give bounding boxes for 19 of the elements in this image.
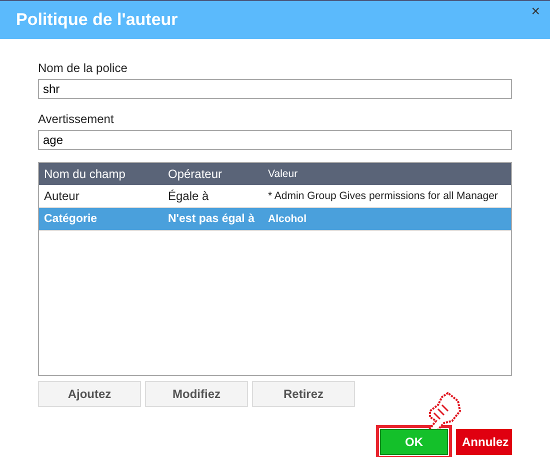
column-header: Valeur (267, 168, 299, 180)
field-label: Avertissement (38, 112, 115, 126)
row-action-button[interactable]: Retirez (252, 381, 355, 407)
table-cell-text: Égale à (167, 189, 210, 203)
input-field[interactable]: age (38, 130, 512, 150)
close-button[interactable]: × (531, 3, 540, 20)
table-cell-text: Auteur (43, 189, 80, 203)
table-cell-text: N'est pas égal à (167, 213, 256, 225)
table-cell-text: Catégorie (43, 213, 98, 225)
cancel-button[interactable]: Annulez (456, 429, 512, 455)
table-cell-text: Alcohol (267, 213, 308, 225)
column-header: Opérateur (167, 167, 224, 181)
table-cell-text: * Admin Group Gives permissions for all Manager (267, 190, 499, 202)
input-field[interactable]: shr (38, 79, 512, 99)
field-label: Nom de la police (38, 61, 128, 75)
column-header: Nom du champ (43, 167, 126, 181)
row-action-button[interactable]: Ajoutez (38, 381, 141, 407)
row-action-button[interactable]: Modifiez (145, 381, 248, 407)
window-title: Politique de l'auteur (16, 10, 178, 30)
